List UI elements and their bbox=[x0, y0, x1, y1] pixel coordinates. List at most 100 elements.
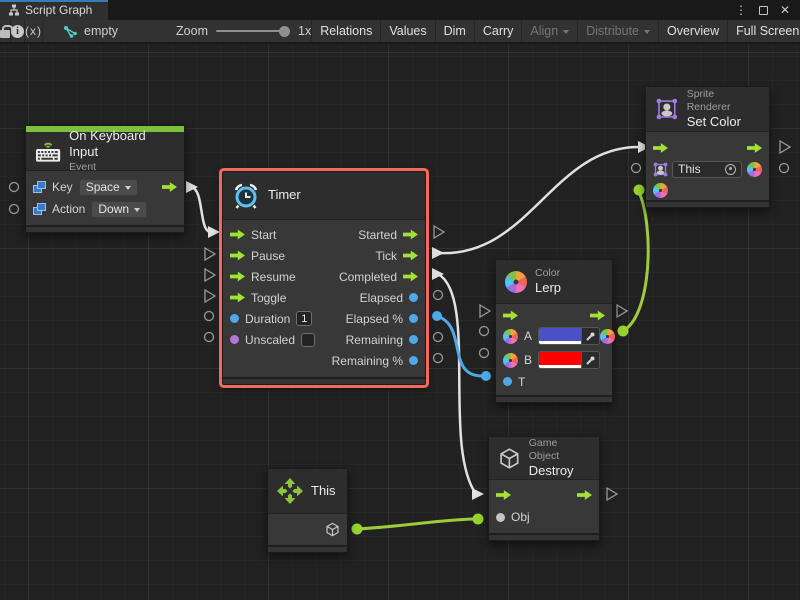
port-keyboard-key-in[interactable] bbox=[10, 183, 19, 192]
port-lerp-b-in[interactable] bbox=[480, 349, 489, 358]
port-setcolor-result-out[interactable] bbox=[780, 164, 789, 173]
node-sprite-set-color[interactable]: Sprite Renderer Set Color bbox=[645, 86, 770, 208]
start-in-arrow[interactable] bbox=[230, 229, 245, 240]
remaining-pct-out-dot[interactable] bbox=[409, 356, 418, 365]
unscaled-checkbox[interactable] bbox=[301, 333, 315, 347]
eyedropper-icon[interactable] bbox=[581, 328, 599, 344]
port-lerp-flow-out[interactable] bbox=[617, 305, 627, 317]
pause-in-arrow[interactable] bbox=[230, 250, 245, 261]
chevron-down-icon bbox=[125, 186, 131, 190]
enum-icon bbox=[33, 181, 46, 193]
carry-button[interactable]: Carry bbox=[474, 20, 522, 42]
port-timer-remaining-pct-out[interactable] bbox=[434, 354, 443, 363]
port-timer-elapsed-pct-out[interactable] bbox=[432, 311, 442, 321]
port-timer-toggle-in[interactable] bbox=[205, 290, 215, 302]
port-setcolor-flow-out[interactable] bbox=[780, 141, 790, 153]
port-destroy-flow-out[interactable] bbox=[607, 488, 617, 500]
port-timer-duration-in[interactable] bbox=[205, 312, 214, 321]
flow-out-arrow[interactable] bbox=[747, 143, 762, 154]
port-setcolor-target-in[interactable] bbox=[632, 164, 641, 173]
completed-out-arrow[interactable] bbox=[403, 271, 418, 282]
kebab-menu-icon[interactable]: ⋮ bbox=[732, 2, 750, 18]
port-setcolor-color-in[interactable] bbox=[634, 185, 645, 196]
maximize-icon[interactable] bbox=[754, 2, 772, 18]
zoom-slider[interactable] bbox=[216, 26, 290, 37]
elapsed-out-dot[interactable] bbox=[409, 293, 418, 302]
remaining-out-dot[interactable] bbox=[409, 335, 418, 344]
values-button[interactable]: Values bbox=[380, 20, 434, 42]
wire-tick-to-setcolor[interactable] bbox=[438, 147, 640, 253]
port-timer-elapsed-out[interactable] bbox=[434, 291, 443, 300]
unscaled-in-dot[interactable] bbox=[230, 335, 239, 344]
game-object-out-port-icon[interactable] bbox=[325, 522, 340, 537]
node-destroy[interactable]: Game Object Destroy Obj bbox=[488, 436, 600, 541]
wire-this-to-obj[interactable] bbox=[357, 519, 474, 529]
dim-button[interactable]: Dim bbox=[435, 20, 474, 42]
action-dropdown[interactable]: Down bbox=[91, 201, 147, 218]
started-out-arrow[interactable] bbox=[403, 229, 418, 240]
eyedropper-icon[interactable] bbox=[581, 352, 599, 368]
toggle-in-arrow[interactable] bbox=[230, 292, 245, 303]
node-color-lerp[interactable]: Color Lerp A bbox=[495, 259, 613, 403]
port-lerp-a-in[interactable] bbox=[480, 327, 489, 336]
flow-in-arrow[interactable] bbox=[496, 490, 511, 501]
obj-in-dot[interactable] bbox=[496, 513, 505, 522]
resume-in-arrow[interactable] bbox=[230, 271, 245, 282]
trigger-out-arrow[interactable] bbox=[162, 182, 177, 193]
color-b-swatch[interactable] bbox=[539, 352, 581, 368]
port-timer-tick-out[interactable] bbox=[432, 247, 444, 259]
port-destroy-flow-in[interactable] bbox=[472, 488, 484, 500]
port-timer-start-in[interactable] bbox=[208, 226, 220, 238]
node-this[interactable]: This bbox=[267, 468, 348, 553]
port-destroy-obj-in[interactable] bbox=[473, 514, 484, 525]
port-timer-unscaled-in[interactable] bbox=[205, 333, 214, 342]
target-object-field[interactable]: This bbox=[672, 161, 742, 178]
flow-in-arrow[interactable] bbox=[653, 143, 668, 154]
duration-input[interactable]: 1 bbox=[296, 311, 312, 326]
sprite-renderer-port-icon[interactable] bbox=[653, 162, 668, 177]
port-timer-resume-in[interactable] bbox=[205, 269, 215, 281]
fullscreen-button[interactable]: Full Screen bbox=[727, 20, 800, 42]
port-lerp-t-in[interactable] bbox=[481, 371, 491, 381]
graph-pointer-breadcrumb[interactable]: empty bbox=[63, 20, 118, 42]
zoom-slider-knob[interactable] bbox=[279, 26, 290, 37]
port-timer-remaining-out[interactable] bbox=[434, 333, 443, 342]
color-a-field[interactable] bbox=[538, 327, 600, 345]
node-timer[interactable]: Timer Start Started Pause Tick Resume Co… bbox=[222, 171, 426, 385]
key-dropdown[interactable]: Space bbox=[79, 179, 138, 196]
result-out-port-icon[interactable] bbox=[600, 329, 615, 344]
align-dropdown[interactable]: Align bbox=[521, 20, 577, 42]
variables-button[interactable]: (x) bbox=[25, 20, 43, 42]
lock-button[interactable] bbox=[0, 20, 11, 42]
wire-keyboard-to-timer-start[interactable] bbox=[190, 187, 211, 232]
distribute-dropdown[interactable]: Distribute bbox=[577, 20, 658, 42]
elapsed-pct-out-dot[interactable] bbox=[409, 314, 418, 323]
color-port-icon[interactable] bbox=[503, 353, 518, 368]
port-timer-pause-in[interactable] bbox=[205, 248, 215, 260]
color-in-port-icon[interactable] bbox=[653, 183, 668, 198]
node-on-keyboard-input[interactable]: On Keyboard Input Event Key Space bbox=[25, 125, 185, 233]
result-out-port-icon[interactable] bbox=[747, 162, 762, 177]
flow-out-arrow[interactable] bbox=[577, 490, 592, 501]
duration-in-dot[interactable] bbox=[230, 314, 239, 323]
port-this-self-out[interactable] bbox=[352, 524, 363, 535]
t-in-dot[interactable] bbox=[503, 377, 512, 386]
flow-in-arrow[interactable] bbox=[503, 310, 518, 321]
flow-out-arrow[interactable] bbox=[590, 310, 605, 321]
relations-button[interactable]: Relations bbox=[311, 20, 380, 42]
port-keyboard-action-in[interactable] bbox=[10, 205, 19, 214]
info-button[interactable]: i bbox=[11, 20, 25, 42]
close-icon[interactable]: ✕ bbox=[776, 2, 794, 18]
color-port-icon[interactable] bbox=[503, 329, 518, 344]
color-a-swatch[interactable] bbox=[539, 328, 581, 344]
port-timer-started-out[interactable] bbox=[434, 226, 444, 238]
port-lerp-flow-in[interactable] bbox=[480, 305, 490, 317]
color-b-field[interactable] bbox=[538, 351, 600, 369]
overview-button[interactable]: Overview bbox=[658, 20, 727, 42]
tab-script-graph[interactable]: Script Graph bbox=[0, 0, 108, 20]
object-picker-icon[interactable] bbox=[725, 164, 736, 175]
wire-completed-to-destroy[interactable] bbox=[438, 274, 476, 494]
graph-canvas[interactable]: On Keyboard Input Event Key Space bbox=[0, 44, 800, 600]
tick-out-arrow[interactable] bbox=[403, 250, 418, 261]
port-lerp-result-out[interactable] bbox=[618, 326, 629, 337]
